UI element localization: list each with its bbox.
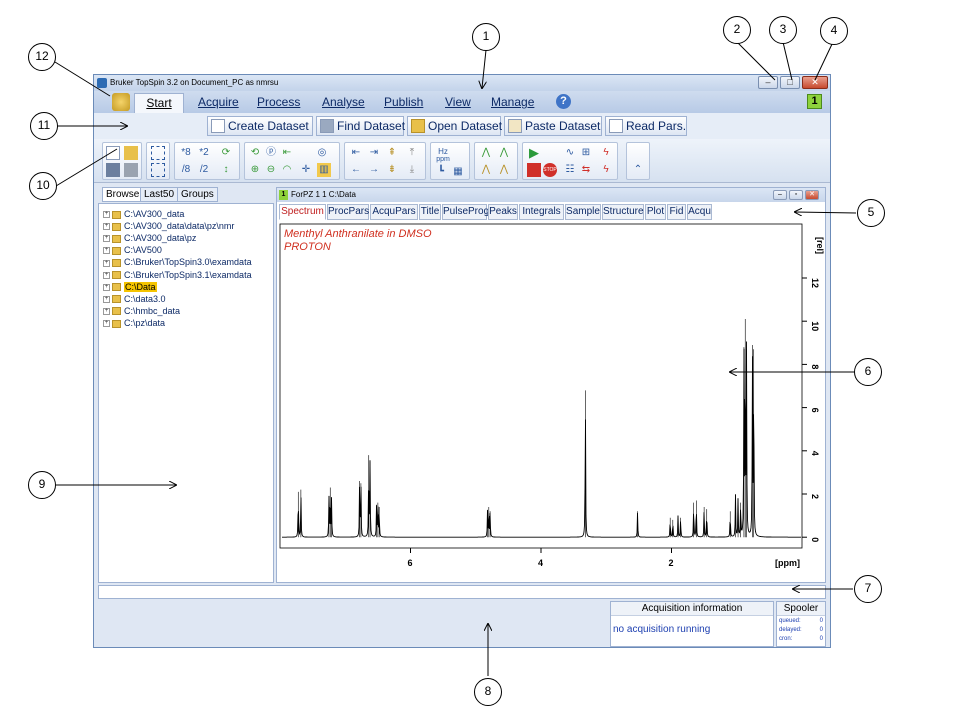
callout-2: 2 [723, 16, 751, 44]
callout-arrow-4 [814, 41, 834, 81]
callout-4: 4 [820, 17, 848, 45]
callout-3: 3 [769, 16, 797, 44]
callout-arrow-5 [795, 212, 857, 213]
callout-5: 5 [857, 199, 885, 227]
callout-12: 12 [28, 43, 56, 71]
callout-11: 11 [30, 112, 58, 140]
callout-6: 6 [854, 358, 882, 386]
callout-9: 9 [28, 471, 56, 499]
callout-arrow-3 [782, 41, 793, 81]
callout-arrow-12 [54, 61, 111, 97]
callout-1: 1 [472, 23, 500, 51]
callout-8: 8 [474, 678, 502, 706]
callout-arrow-10 [55, 148, 118, 187]
callout-7: 7 [854, 575, 882, 603]
callout-arrow-1 [482, 49, 486, 88]
callout-10: 10 [29, 172, 57, 200]
annotation-layer [54, 41, 857, 676]
callout-arrow-2 [736, 41, 776, 81]
